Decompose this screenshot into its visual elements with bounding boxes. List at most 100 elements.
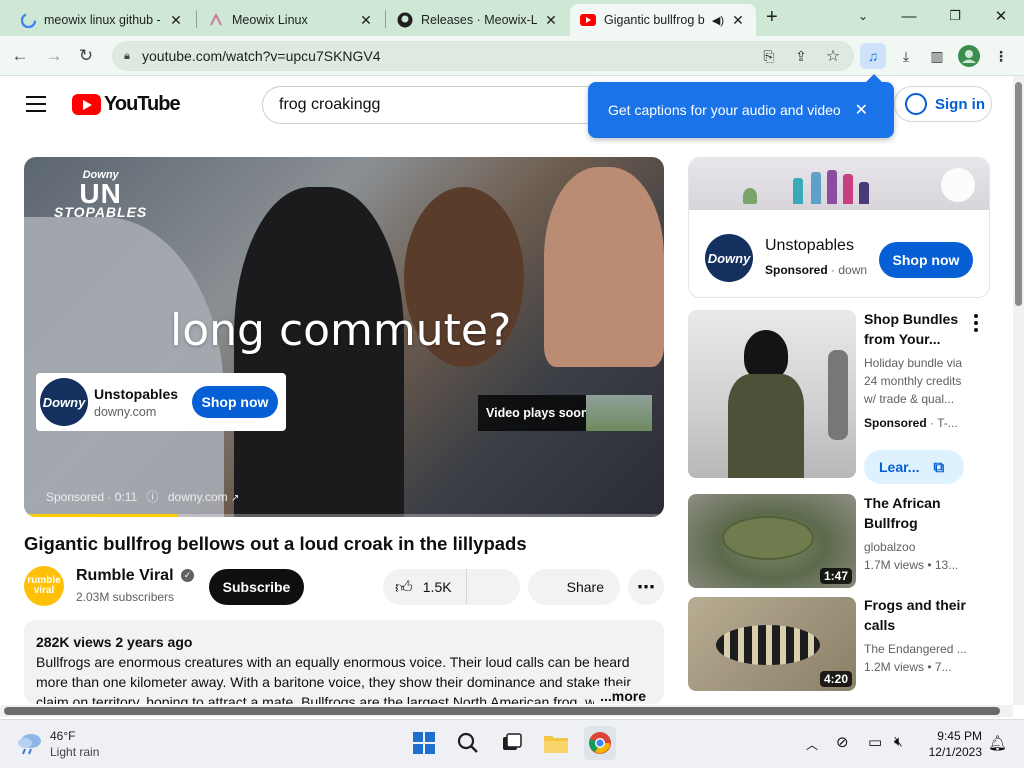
minimize-button[interactable]: — [886, 0, 932, 32]
network-off-icon[interactable]: ⊘ [836, 733, 849, 751]
duration-badge: 4:20 [819, 671, 852, 687]
youtube-logo[interactable]: YouTube [72, 93, 181, 116]
address-bar[interactable]: 🔒︎ youtube.com/watch?v=upcu7SKNGV4 [112, 41, 854, 71]
tab-releases[interactable]: Releases · Meowix-Lin ✕ [387, 4, 569, 36]
rec-channel[interactable]: The Endangered ... [864, 640, 968, 658]
promo-line: 24 monthly credits [864, 374, 962, 388]
account-icon [905, 93, 927, 115]
learn-more-button[interactable]: Lear... ⧉ [864, 450, 964, 484]
ad-progress-bar[interactable] [24, 514, 664, 517]
youtube-play-icon [72, 94, 101, 115]
display-icon[interactable]: ▭ [868, 733, 882, 751]
more-actions-icon[interactable]: ⋯ [628, 569, 664, 605]
hamburger-menu-icon[interactable] [26, 96, 46, 112]
clock-time[interactable]: 9:45 PM [926, 729, 982, 743]
channel-name[interactable]: Rumble Viral ✓ [76, 567, 194, 585]
close-icon[interactable]: ✕ [168, 12, 184, 29]
promo-title[interactable]: Shop Bundles from Your... [864, 309, 976, 349]
tab-title: Releases · Meowix-Lin [421, 13, 537, 27]
tab-meowix-linux[interactable]: Meowix Linux ✕ [198, 4, 384, 36]
ad-scene-figure [544, 167, 664, 367]
bookmark-star-icon[interactable]: ☆ [820, 43, 846, 69]
rec-channel[interactable]: globalzoo [864, 538, 968, 556]
download-icon[interactable]: ⤓ [893, 43, 919, 69]
channel-avatar[interactable]: rumble viral [24, 566, 64, 606]
clock-date[interactable]: 12/1/2023 [922, 745, 982, 759]
sponsored-timer: Sponsored · 0:11 [46, 490, 138, 504]
shop-now-button[interactable]: Shop now [192, 386, 278, 418]
like-dislike-group: 👍︎ 1.5K [383, 569, 520, 605]
video-plays-soon[interactable]: Video plays soon [478, 395, 652, 431]
video-thumbnail[interactable]: 1:47 [688, 494, 856, 588]
scroll-thumb[interactable] [1015, 82, 1022, 306]
vertical-dots-icon[interactable] [974, 314, 978, 335]
new-tab-button[interactable]: + [766, 6, 778, 29]
sign-in-button[interactable]: Sign in [894, 86, 992, 122]
external-link-icon: ⧉ [933, 458, 945, 476]
search-icon[interactable] [452, 726, 484, 760]
downy-logo: Downy [705, 234, 753, 282]
close-icon[interactable]: ✕ [543, 12, 559, 29]
like-count: 1.5K [422, 579, 452, 595]
chrome-taskbar-icon[interactable] [584, 726, 616, 760]
ad-overlay-card[interactable]: Downy Unstopables downy.com Shop now [36, 373, 286, 431]
rec-title[interactable]: The African Bullfrog [864, 493, 976, 533]
share-button[interactable]: Share [528, 569, 620, 605]
description-box[interactable]: 282K views 2 years ago Bullfrogs are eno… [24, 620, 664, 704]
tab-search-button[interactable]: ⌄ [840, 0, 886, 32]
scroll-thumb[interactable] [4, 707, 1000, 715]
sidebar-ad[interactable]: Downy Unstopables Sponsored · down Shop … [688, 157, 990, 298]
tab-meowix-github[interactable]: meowix linux github - ✕ [10, 4, 194, 36]
upcoming-video-thumbnail [586, 395, 652, 431]
file-explorer-icon[interactable] [540, 726, 572, 760]
views-and-age: 282K views 2 years ago [36, 634, 193, 650]
notification-bell-icon[interactable]: 🔔︎ [988, 734, 1007, 752]
reload-button[interactable]: ↻ [72, 42, 100, 70]
rec-meta: 1.7M views • 13... [864, 558, 959, 572]
share-label: Share [566, 579, 604, 595]
close-icon[interactable]: ✕ [855, 100, 868, 120]
video-title: Gigantic bullfrog bellows out a loud cro… [24, 533, 527, 554]
speaker-icon[interactable]: ◀) [712, 14, 724, 27]
ad-domain-link[interactable]: downy.com [168, 490, 228, 504]
horizontal-scrollbar[interactable] [0, 705, 1013, 717]
maximize-button[interactable]: ❐ [932, 0, 978, 32]
start-button[interactable] [408, 726, 440, 760]
menu-kebab-icon[interactable]: ⋮ [988, 43, 1014, 69]
close-icon[interactable]: ✕ [730, 12, 746, 29]
tab-title: Gigantic bullfrog b [604, 13, 705, 27]
close-window-button[interactable]: ✕ [978, 0, 1024, 32]
weather-widget[interactable] [16, 731, 44, 760]
side-panel-icon[interactable]: ▥ [924, 43, 950, 69]
vertical-scrollbar[interactable] [1013, 76, 1024, 705]
install-app-icon[interactable]: ⎘ [756, 43, 782, 69]
video-player[interactable]: Downy UN STOPABLES long commute? Downy U… [24, 157, 664, 517]
cloud-rain-icon [18, 734, 41, 755]
like-button[interactable]: 👍︎ 1.5K [383, 569, 467, 605]
share-icon[interactable]: ⇪ [788, 43, 814, 69]
promo-sponsor-line: Sponsored · T-... [864, 416, 958, 430]
shop-now-button[interactable]: Shop now [879, 242, 973, 278]
rec-title[interactable]: Frogs and their calls [864, 595, 976, 635]
show-more-link[interactable]: ...more [594, 686, 646, 704]
back-button[interactable]: ← [6, 42, 34, 70]
plays-soon-label: Video plays soon [486, 406, 589, 420]
external-link-icon: ↗ [231, 493, 240, 504]
speaker-muted-icon[interactable]: 🔇︎ [894, 733, 903, 750]
ad-sponsor-line: Sponsored · down [765, 263, 868, 277]
show-hidden-icons-icon[interactable]: ︿ [806, 736, 818, 753]
ad-info-line: Sponsored · 0:11 ⓘ downy.com ↗ [46, 488, 239, 505]
dislike-button[interactable] [467, 569, 519, 605]
promo-thumbnail[interactable] [688, 310, 856, 478]
forward-button[interactable]: → [40, 42, 68, 70]
task-view-icon[interactable] [496, 726, 528, 760]
subscribe-button[interactable]: Subscribe [209, 569, 304, 605]
page-icon [208, 12, 224, 28]
video-thumbnail[interactable]: 4:20 [688, 597, 856, 691]
close-icon[interactable]: ✕ [358, 12, 374, 29]
tab-gigantic-bullfrog[interactable]: Gigantic bullfrog b ◀) ✕ [570, 4, 756, 36]
profile-icon[interactable] [956, 43, 982, 69]
media-controls-icon[interactable]: ♫ [860, 43, 886, 69]
search-input[interactable]: frog croakingg [262, 86, 602, 124]
info-icon[interactable]: ⓘ [147, 490, 159, 504]
